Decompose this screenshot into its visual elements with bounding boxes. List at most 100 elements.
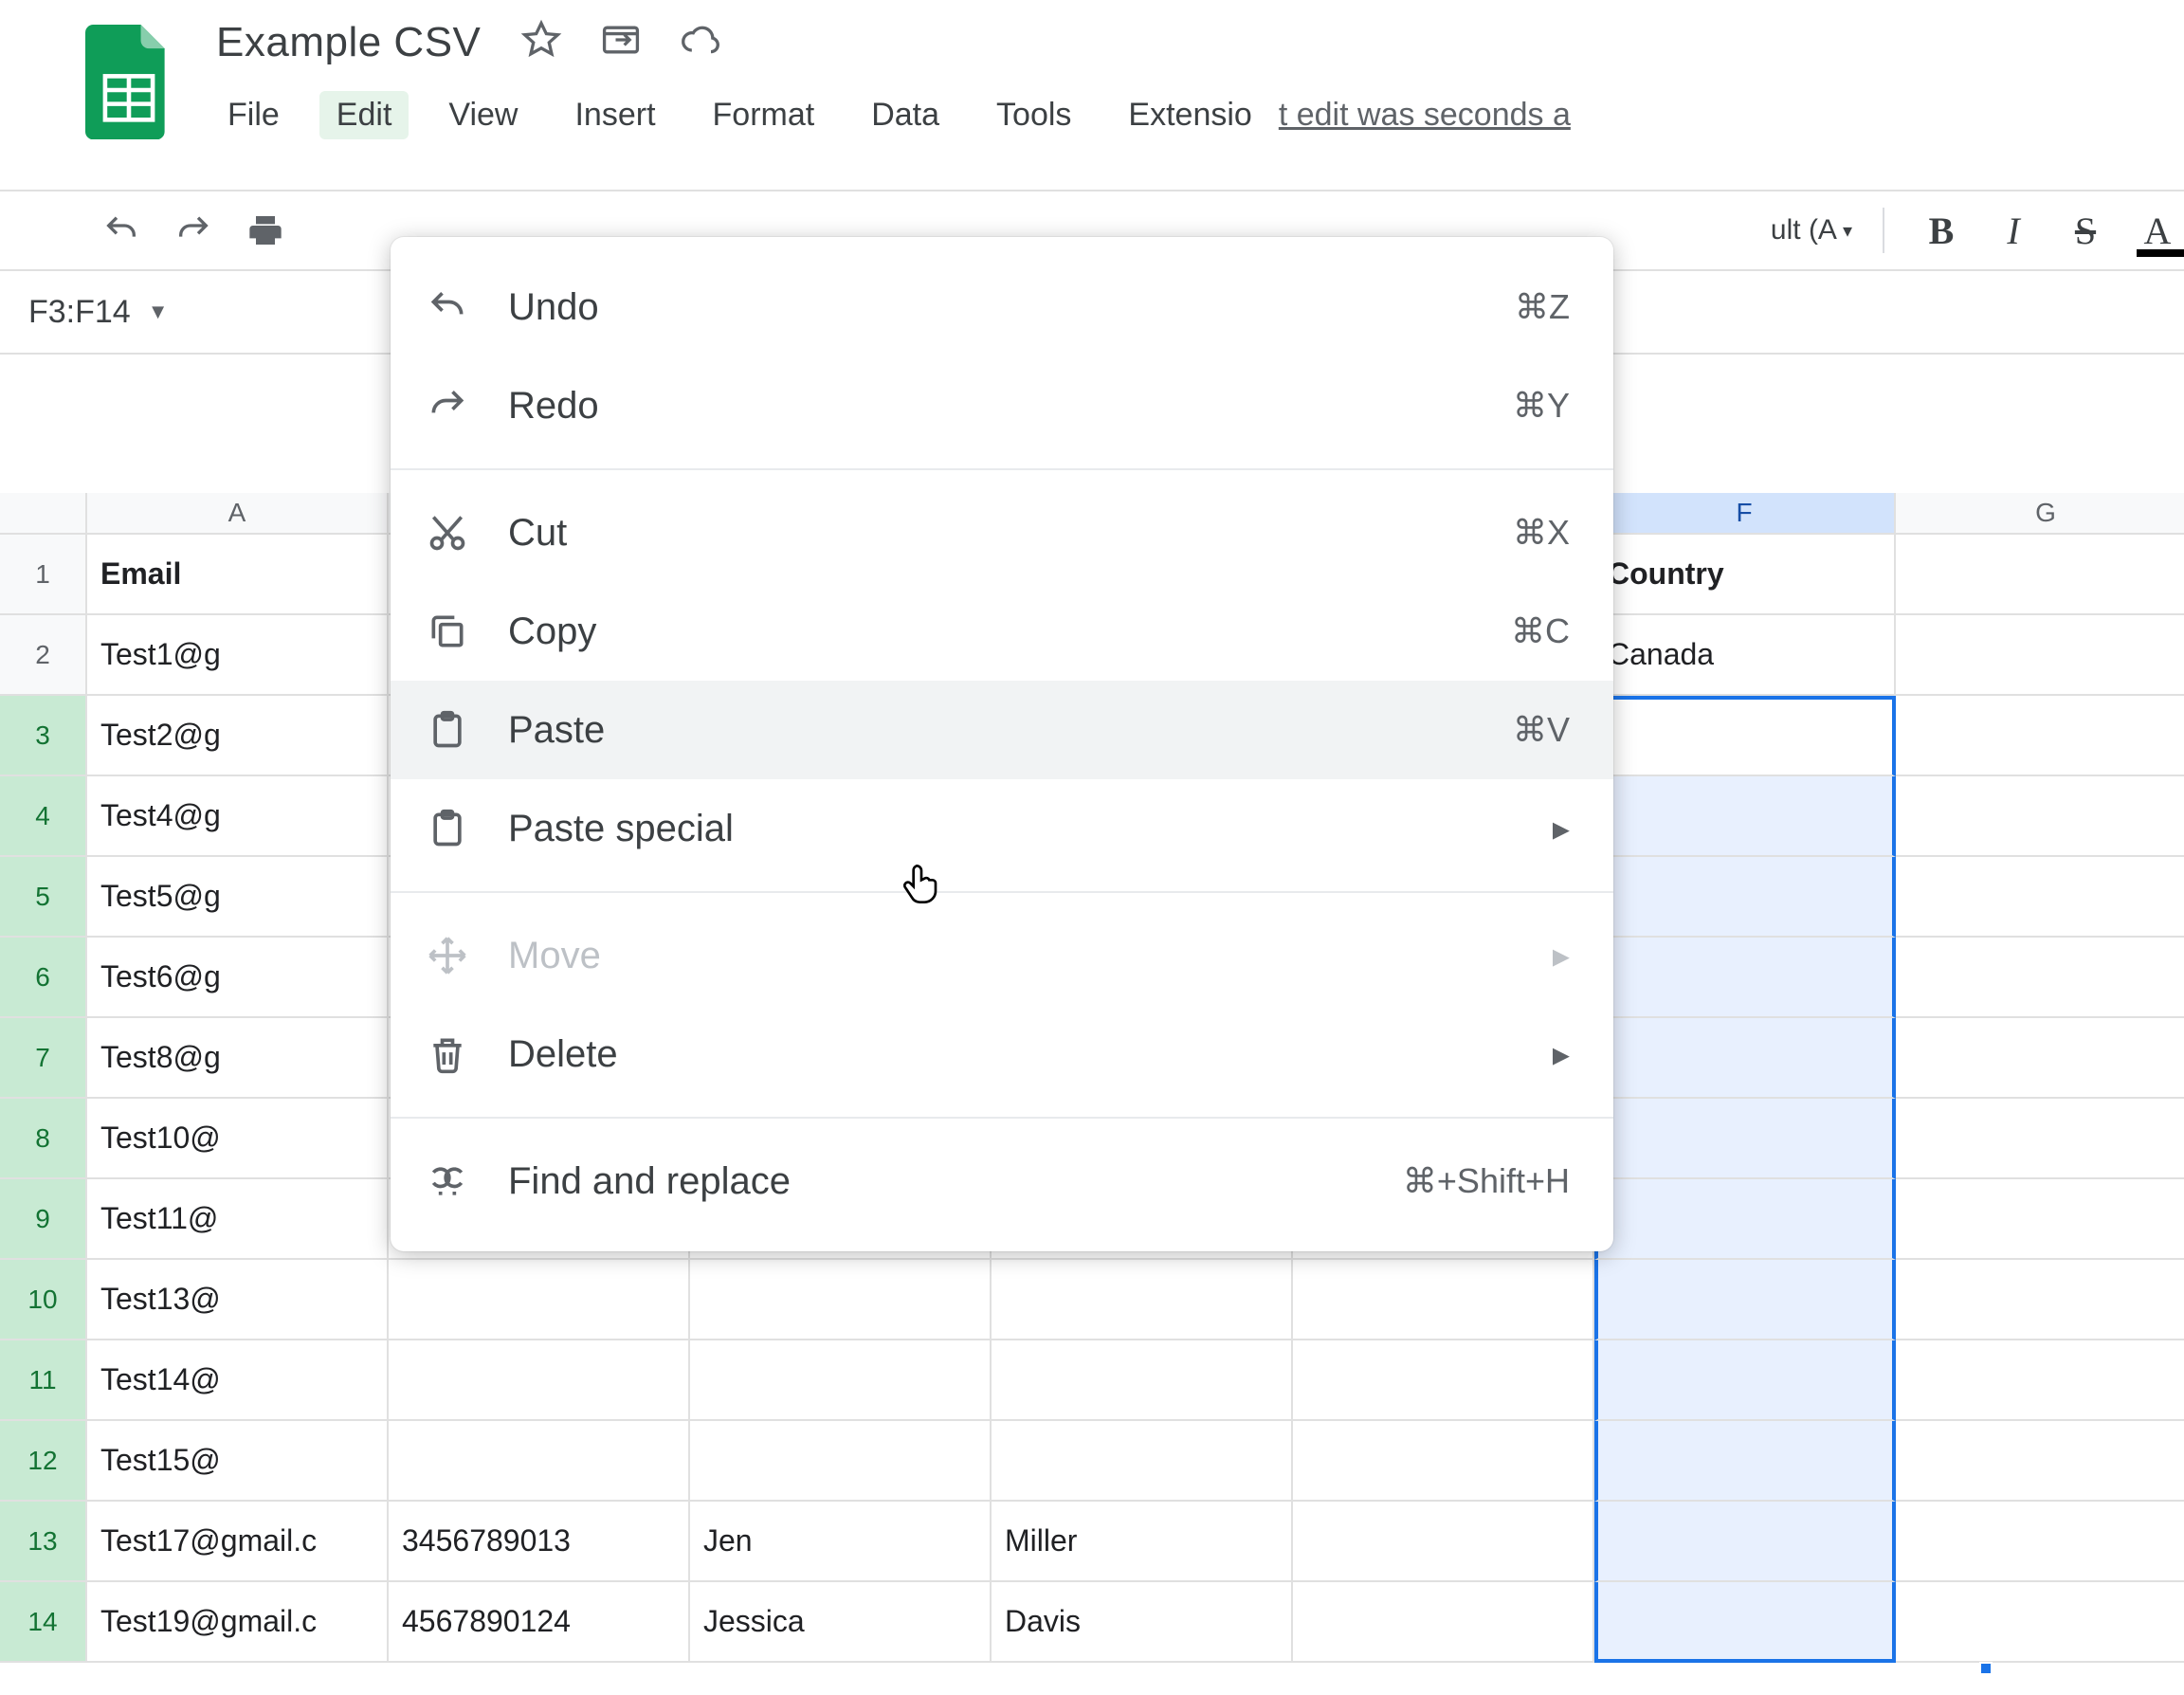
cell-F6[interactable] bbox=[1594, 938, 1896, 1018]
cell-A9[interactable]: Test11@ bbox=[87, 1179, 389, 1260]
cell-C13[interactable]: Jen bbox=[690, 1502, 992, 1582]
cell-B13[interactable]: 3456789013 bbox=[389, 1502, 690, 1582]
font-selector[interactable]: ult (A▾ bbox=[1771, 214, 1852, 246]
row-header-7[interactable]: 7 bbox=[0, 1018, 87, 1099]
cell-A10[interactable]: Test13@ bbox=[87, 1260, 389, 1340]
column-header-G[interactable]: G bbox=[1896, 493, 2184, 533]
cell-A6[interactable]: Test6@g bbox=[87, 938, 389, 1018]
cell-A14[interactable]: Test19@gmail.c bbox=[87, 1582, 389, 1663]
menu-item-undo[interactable]: Undo⌘Z bbox=[391, 258, 1613, 356]
row-header-11[interactable]: 11 bbox=[0, 1340, 87, 1421]
bold-button[interactable]: B bbox=[1915, 209, 1968, 253]
menu-item-paste-special[interactable]: Paste special▸ bbox=[391, 779, 1613, 878]
cell-G8[interactable] bbox=[1896, 1099, 2184, 1179]
cloud-status-icon[interactable] bbox=[680, 19, 721, 67]
cell-A12[interactable]: Test15@ bbox=[87, 1421, 389, 1502]
cell-G2[interactable] bbox=[1896, 615, 2184, 696]
menu-item-redo[interactable]: Redo⌘Y bbox=[391, 356, 1613, 455]
cell-G9[interactable] bbox=[1896, 1179, 2184, 1260]
cell-G7[interactable] bbox=[1896, 1018, 2184, 1099]
row-header-4[interactable]: 4 bbox=[0, 776, 87, 857]
cell-G5[interactable] bbox=[1896, 857, 2184, 938]
menu-item-copy[interactable]: Copy⌘C bbox=[391, 582, 1613, 681]
menu-file[interactable]: File bbox=[210, 91, 297, 139]
row-header-8[interactable]: 8 bbox=[0, 1099, 87, 1179]
cell-C10[interactable] bbox=[690, 1260, 992, 1340]
cell-D10[interactable] bbox=[992, 1260, 1293, 1340]
cell-F4[interactable] bbox=[1594, 776, 1896, 857]
text-color-button[interactable]: A bbox=[2131, 209, 2184, 253]
cell-C14[interactable]: Jessica bbox=[690, 1582, 992, 1663]
cell-G12[interactable] bbox=[1896, 1421, 2184, 1502]
cell-D11[interactable] bbox=[992, 1340, 1293, 1421]
cell-F8[interactable] bbox=[1594, 1099, 1896, 1179]
row-header-12[interactable]: 12 bbox=[0, 1421, 87, 1502]
cell-A4[interactable]: Test4@g bbox=[87, 776, 389, 857]
name-box[interactable]: F3:F14 ▼ bbox=[0, 294, 281, 331]
cell-E12[interactable] bbox=[1293, 1421, 1594, 1502]
last-edit-link[interactable]: t edit was seconds a bbox=[1279, 97, 1571, 134]
row-header-10[interactable]: 10 bbox=[0, 1260, 87, 1340]
cell-B14[interactable]: 4567890124 bbox=[389, 1582, 690, 1663]
italic-button[interactable]: I bbox=[1987, 209, 2040, 253]
cell-B12[interactable] bbox=[389, 1421, 690, 1502]
menu-item-delete[interactable]: Delete▸ bbox=[391, 1005, 1613, 1103]
column-header-F[interactable]: F bbox=[1594, 493, 1896, 533]
menu-data[interactable]: Data bbox=[854, 91, 956, 139]
cell-A8[interactable]: Test10@ bbox=[87, 1099, 389, 1179]
selection-handle-icon[interactable] bbox=[1979, 1662, 1993, 1675]
move-to-folder-icon[interactable] bbox=[600, 19, 642, 67]
cell-G13[interactable] bbox=[1896, 1502, 2184, 1582]
menu-item-cut[interactable]: Cut⌘X bbox=[391, 483, 1613, 582]
menu-insert[interactable]: Insert bbox=[557, 91, 672, 139]
print-button[interactable] bbox=[239, 204, 292, 257]
cell-F2[interactable]: Canada bbox=[1594, 615, 1896, 696]
sheets-logo-icon[interactable] bbox=[85, 25, 173, 140]
menu-item-find-and-replace[interactable]: Find and replace⌘+Shift+H bbox=[391, 1132, 1613, 1230]
cell-A7[interactable]: Test8@g bbox=[87, 1018, 389, 1099]
menu-view[interactable]: View bbox=[431, 91, 535, 139]
strikethrough-button[interactable]: S bbox=[2059, 209, 2112, 253]
cell-G1[interactable] bbox=[1896, 535, 2184, 615]
document-title[interactable]: Example CSV bbox=[210, 15, 486, 70]
cell-A13[interactable]: Test17@gmail.c bbox=[87, 1502, 389, 1582]
row-header-13[interactable]: 13 bbox=[0, 1502, 87, 1582]
redo-button[interactable] bbox=[167, 204, 220, 257]
menu-format[interactable]: Format bbox=[696, 91, 832, 139]
cell-G10[interactable] bbox=[1896, 1260, 2184, 1340]
star-icon[interactable] bbox=[520, 19, 562, 67]
menu-extensions[interactable]: Extensio bbox=[1111, 91, 1251, 139]
cell-E10[interactable] bbox=[1293, 1260, 1594, 1340]
cell-G4[interactable] bbox=[1896, 776, 2184, 857]
row-header-6[interactable]: 6 bbox=[0, 938, 87, 1018]
cell-F9[interactable] bbox=[1594, 1179, 1896, 1260]
cell-D12[interactable] bbox=[992, 1421, 1293, 1502]
cell-D14[interactable]: Davis bbox=[992, 1582, 1293, 1663]
menu-edit[interactable]: Edit bbox=[319, 91, 410, 139]
select-all-corner[interactable] bbox=[0, 493, 87, 533]
cell-A5[interactable]: Test5@g bbox=[87, 857, 389, 938]
row-header-14[interactable]: 14 bbox=[0, 1582, 87, 1663]
cell-A2[interactable]: Test1@g bbox=[87, 615, 389, 696]
row-header-2[interactable]: 2 bbox=[0, 615, 87, 696]
cell-F10[interactable] bbox=[1594, 1260, 1896, 1340]
column-header-A[interactable]: A bbox=[87, 493, 389, 533]
undo-button[interactable] bbox=[95, 204, 148, 257]
row-header-1[interactable]: 1 bbox=[0, 535, 87, 615]
row-header-3[interactable]: 3 bbox=[0, 696, 87, 776]
cell-F1[interactable]: Country bbox=[1594, 535, 1896, 615]
menu-item-paste[interactable]: Paste⌘V bbox=[391, 681, 1613, 779]
cell-A11[interactable]: Test14@ bbox=[87, 1340, 389, 1421]
cell-F12[interactable] bbox=[1594, 1421, 1896, 1502]
cell-A3[interactable]: Test2@g bbox=[87, 696, 389, 776]
cell-G14[interactable] bbox=[1896, 1582, 2184, 1663]
cell-B10[interactable] bbox=[389, 1260, 690, 1340]
cell-B11[interactable] bbox=[389, 1340, 690, 1421]
cell-F13[interactable] bbox=[1594, 1502, 1896, 1582]
cell-F5[interactable] bbox=[1594, 857, 1896, 938]
cell-E13[interactable] bbox=[1293, 1502, 1594, 1582]
cell-G11[interactable] bbox=[1896, 1340, 2184, 1421]
cell-G6[interactable] bbox=[1896, 938, 2184, 1018]
cell-F7[interactable] bbox=[1594, 1018, 1896, 1099]
cell-F11[interactable] bbox=[1594, 1340, 1896, 1421]
